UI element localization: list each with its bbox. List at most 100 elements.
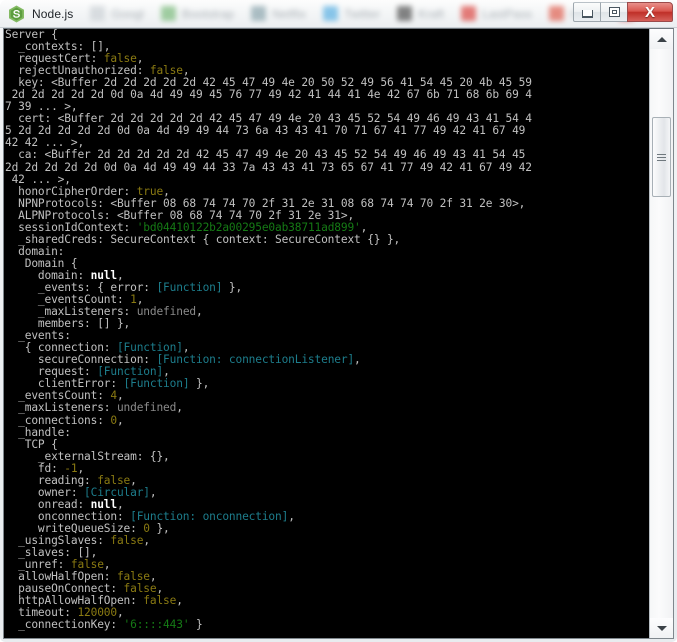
bootstrap-favicon <box>161 6 176 21</box>
browser-tab-strip: Node.jsGoogl Bootstrap Netflix Twitter Kraft… <box>0 0 649 27</box>
console-token: 7 39 ... >, <box>5 100 77 113</box>
console-token: clientError: <box>5 377 124 390</box>
maximize-button[interactable] <box>600 2 628 22</box>
console-token: _connections: <box>5 414 110 427</box>
console-token: , <box>288 510 295 523</box>
console-token: sessionIdContext: <box>5 221 137 234</box>
console-token: Domain { <box>5 257 77 270</box>
tab-label: Kraft <box>418 7 444 21</box>
console-token: [Function: connectionListener] <box>156 353 354 366</box>
chevron-up-icon <box>657 37 667 42</box>
grip-icon <box>657 154 666 161</box>
console-token: secureConnection: <box>5 353 156 366</box>
console-token: TCP { <box>5 438 58 451</box>
console-token: { connection: <box>5 341 117 354</box>
console-token: , <box>137 52 144 65</box>
console-token: domain: <box>5 269 91 282</box>
console-output-area[interactable]: Server { _contexts: [], requestCert: fal… <box>4 29 649 638</box>
minimize-button[interactable] <box>573 2 601 22</box>
tab-label: Bootstrap <box>182 7 234 21</box>
console-token: rejectUnauthorized: <box>5 64 150 77</box>
console-token: , <box>117 606 124 619</box>
console-token: _externalStream: {}, <box>5 450 170 463</box>
console-token: timeout: <box>5 606 77 619</box>
console-token: honorCipherOrder: <box>5 185 137 198</box>
title-bar: Node.jsGoogl Bootstrap Netflix Twitter Kraft… <box>0 0 677 28</box>
tab-lastpass[interactable]: LastPass <box>453 0 541 27</box>
console-token: request: <box>5 365 97 378</box>
console-line: 2d 2d 2d 2d 2d 0d 0a 4d 49 49 44 33 7a 4… <box>5 162 532 174</box>
console-token: _sharedCreds: SecureContext { context: S… <box>5 233 400 246</box>
console-line: _handle: <box>5 427 532 439</box>
console-token: , <box>196 305 203 318</box>
console-token: undefined <box>137 305 196 318</box>
tab-bootstrap[interactable]: Bootstrap <box>153 0 243 27</box>
console-token: _maxListeners: <box>5 305 137 318</box>
console-token: false <box>117 570 150 583</box>
console-token: , <box>77 462 84 475</box>
console-token: _usingSlaves: <box>5 534 110 547</box>
console-token: false <box>143 594 176 607</box>
scrollbar-thumb[interactable] <box>652 117 671 197</box>
console-token: 2d 2d 2d 2d 2d 0d 0a 4d 49 49 45 76 77 4… <box>5 88 532 101</box>
console-token: [Function] <box>117 341 183 354</box>
tab-googl[interactable]: Googl <box>82 0 153 27</box>
console-token: 0 <box>110 414 117 427</box>
console-line: _connections: 0, <box>5 415 532 427</box>
scroll-down-arrow-button[interactable] <box>650 618 673 638</box>
console-line: members: [] }, <box>5 318 532 330</box>
console-token: _unref: <box>5 558 71 571</box>
console-token: [Function] <box>97 365 163 378</box>
tab-netflix[interactable]: Netflix <box>243 0 315 27</box>
console-token: members: [] }, <box>5 317 130 330</box>
console-scrollbar[interactable] <box>649 29 673 638</box>
console-token: [Function] <box>156 281 222 294</box>
console-token: , <box>354 353 361 366</box>
console-text: Server { _contexts: [], requestCert: fal… <box>5 29 532 631</box>
console-token: }, <box>150 522 170 535</box>
tab-label: Netflix <box>272 7 306 21</box>
console-token: 5 2d 2d 2d 2d 2d 0d 0a 4d 49 49 44 73 6a… <box>5 124 525 137</box>
console-token: , <box>104 558 111 571</box>
console-line: _sharedCreds: SecureContext { context: S… <box>5 234 532 246</box>
console-token: , <box>143 534 150 547</box>
generic-favicon <box>90 6 105 21</box>
tab-kraft[interactable]: Kraft <box>389 0 453 27</box>
console-token: _slaves: [], <box>5 546 97 559</box>
console-token: writeQueueSize: <box>5 522 143 535</box>
console-token: null <box>91 269 117 282</box>
console-token: -1 <box>64 462 77 475</box>
console-token: false <box>124 582 157 595</box>
console-token: 120000 <box>77 606 117 619</box>
console-token: , <box>163 365 170 378</box>
tab-label: Twitter <box>344 7 380 21</box>
chevron-down-icon <box>657 626 667 631</box>
dark-favicon <box>397 6 412 21</box>
console-token: cert: <Buffer 2d 2d 2d 2d 2d 42 45 47 49… <box>5 112 532 125</box>
console-token: key: <Buffer 2d 2d 2d 2d 2d 42 45 47 49 … <box>5 76 532 89</box>
window-controls: X <box>574 2 673 23</box>
console-token: ALPNProtocols: <Buffer 08 68 74 74 70 2f… <box>5 209 354 222</box>
console-token: fd: <box>5 462 64 475</box>
console-token: false <box>110 534 143 547</box>
console-token: , <box>183 341 190 354</box>
tab-twitter[interactable]: Twitter <box>315 0 389 27</box>
close-button[interactable]: X <box>627 2 673 22</box>
lastpass-favicon <box>461 6 476 21</box>
console-token: owner: <box>5 486 84 499</box>
tab-node-js[interactable]: Node.js <box>0 0 82 27</box>
scroll-up-arrow-button[interactable] <box>650 29 673 49</box>
console-token: , <box>163 185 170 198</box>
console-token: undefined <box>117 401 176 414</box>
maximize-icon <box>609 7 620 17</box>
console-token: NPNProtocols: <Buffer 08 68 74 74 70 2f … <box>5 197 525 210</box>
close-icon: X <box>645 5 655 20</box>
console-token: , <box>117 414 124 427</box>
console-token: , <box>150 486 157 499</box>
application-window: Node.jsGoogl Bootstrap Netflix Twitter Kraft… <box>0 0 677 642</box>
nodejs-hexagon-icon <box>8 5 25 23</box>
console-token: null <box>91 498 117 511</box>
console-token: _events: { error: <box>5 281 156 294</box>
console-token: , <box>176 594 183 607</box>
console-token: , <box>150 570 157 583</box>
